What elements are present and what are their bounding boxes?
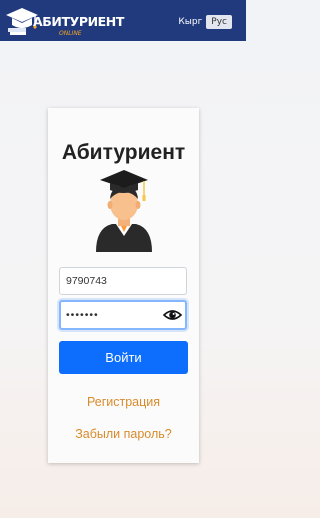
logo-text: АБИТУРИЕНТ xyxy=(33,14,124,29)
forgot-password-link[interactable]: Забыли пароль? xyxy=(48,427,199,442)
eye-icon[interactable] xyxy=(163,308,182,322)
site-logo[interactable]: АБИТУРИЕНТ ONLINE xyxy=(4,6,124,37)
login-field[interactable]: 9790743 xyxy=(59,267,187,295)
login-button[interactable]: Войти xyxy=(59,341,188,374)
page-title: Абитуриент xyxy=(61,141,186,164)
lang-kyrgyz-option[interactable]: Кырг xyxy=(178,17,202,27)
login-card: Абитуриент 9790743 ••••••• Войти Регистр… xyxy=(48,108,199,463)
register-link[interactable]: Регистрация xyxy=(48,395,199,410)
lang-russian-option[interactable]: Рус xyxy=(206,15,232,29)
logo-subtitle: ONLINE xyxy=(59,30,82,37)
top-navbar: АБИТУРИЕНТ ONLINE Кырг Рус xyxy=(0,0,246,41)
graduate-avatar-icon xyxy=(96,170,152,252)
language-switcher: Кырг Рус xyxy=(178,14,232,30)
